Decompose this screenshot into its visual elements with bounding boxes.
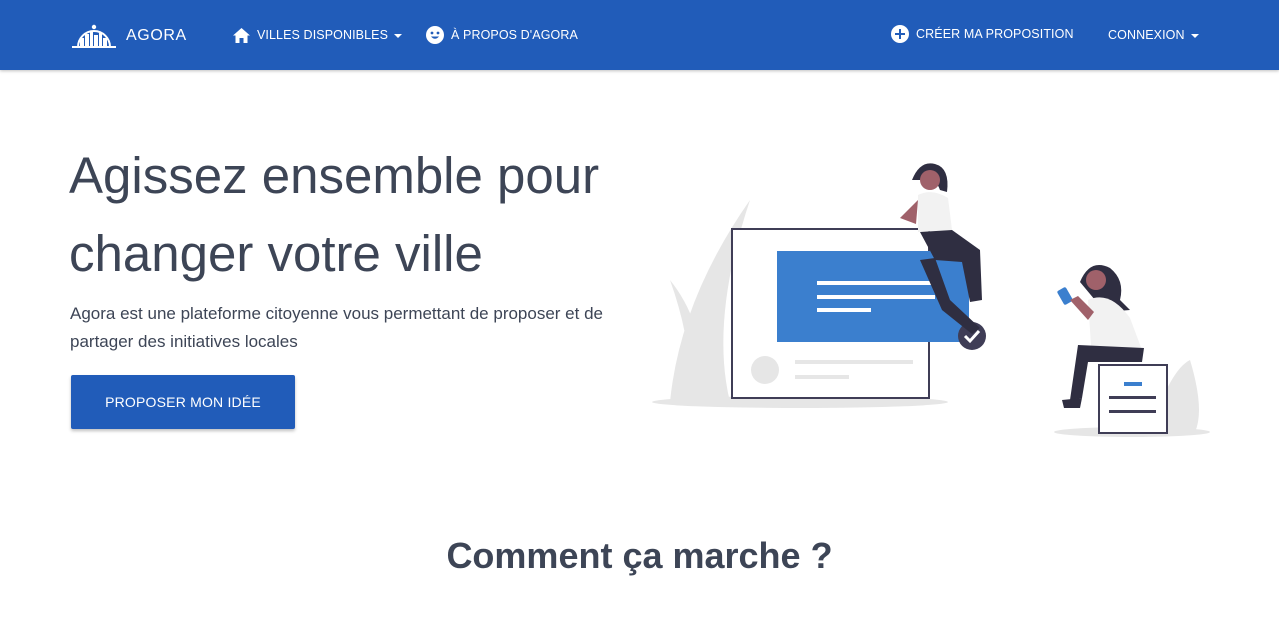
hero-subtitle: Agora est une plateforme citoyenne vous … bbox=[70, 304, 603, 351]
plus-circle-icon bbox=[891, 25, 909, 43]
women-sharing-ideas-illustration bbox=[650, 150, 1220, 442]
how-it-works-title: Comment ça marche ? bbox=[446, 535, 833, 576]
nav-villes-label: VILLES DISPONIBLES bbox=[257, 28, 389, 42]
proposer-mon-idee-button[interactable]: PROPOSER MON IDÉE bbox=[71, 375, 295, 429]
nav-villes-disponibles-dropdown[interactable]: VILLES DISPONIBLES bbox=[233, 0, 403, 70]
top-navbar: AGORA VILLES DISPONIBLES À PROPOS D'AGOR… bbox=[0, 0, 1279, 70]
nav-a-propos-label: À PROPOS D'AGORA bbox=[451, 28, 578, 42]
hero-title: Agissez ensemble pour changer votre vill… bbox=[69, 147, 600, 282]
nav-creer-proposition-link[interactable]: CRÉER MA PROPOSITION bbox=[891, 0, 1074, 68]
home-icon bbox=[233, 27, 250, 43]
nav-connexion-label: CONNEXION bbox=[1108, 28, 1185, 42]
brand-label: AGORA bbox=[126, 27, 187, 44]
nav-a-propos-link[interactable]: À PROPOS D'AGORA bbox=[426, 0, 578, 70]
city-skyline-logo-icon bbox=[70, 21, 118, 49]
caret-down-icon bbox=[394, 33, 403, 38]
smiley-icon bbox=[426, 26, 444, 44]
caret-down-icon bbox=[1190, 33, 1199, 38]
brand-link[interactable]: AGORA bbox=[70, 0, 187, 70]
nav-creer-label: CRÉER MA PROPOSITION bbox=[916, 27, 1074, 41]
nav-connexion-dropdown[interactable]: CONNEXION bbox=[1108, 0, 1199, 70]
